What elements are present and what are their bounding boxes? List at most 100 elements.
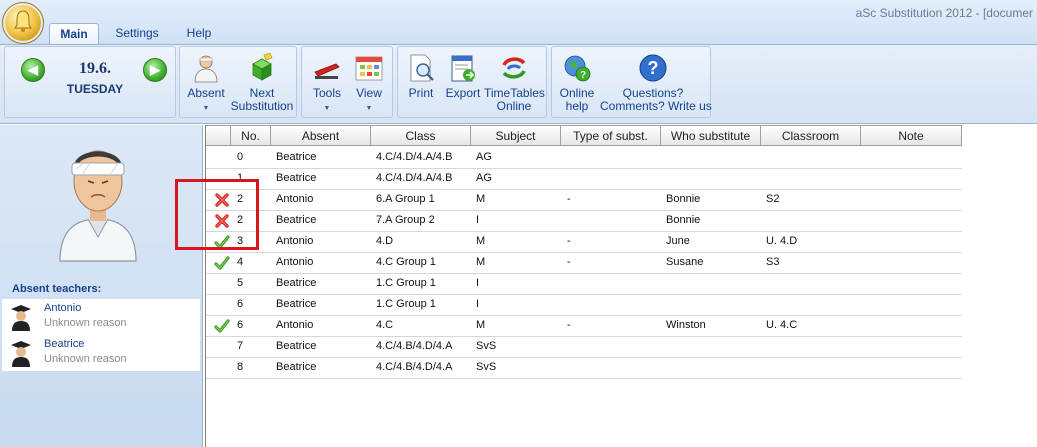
table-row[interactable]: 5 Beatrice 1.C Group 1 I [206,273,962,295]
cell-class: 4.C Group 1 [376,256,436,268]
current-day: TUESDAY [66,82,124,96]
teacher-name: Beatrice [44,338,85,350]
cell-who-substitute: Winston [666,319,706,331]
prev-day-button[interactable]: ◀ [21,58,45,82]
next-substitution-button[interactable]: Next Substitution [230,53,294,113]
cell-type: - [567,319,571,331]
cell-absent: Beatrice [276,298,317,310]
absence-reason: Unknown reason [44,317,127,329]
online-help-line2: help [565,99,589,113]
cell-absent: Antonio [276,256,314,268]
cell-subject: I [476,214,480,226]
absent-teacher-item[interactable]: Beatrice Unknown reason [2,335,200,370]
dropdown-arrow-icon: ▼ [202,105,210,112]
cell-absent: Beatrice [276,277,317,289]
left-panel: Absent teachers: Antonio Unknown reason … [0,125,203,447]
table-row[interactable]: 6 Antonio 4.C M - Winston U. 4.C [206,315,962,337]
table-row[interactable]: 4 Antonio 4.C Group 1 M - Susane S3 [206,252,962,274]
substitution-group: Absent ▼ Next Substitution [179,46,297,118]
cell-no: 7 [237,340,244,352]
cell-subject: I [476,277,480,289]
cell-classroom: S2 [766,193,780,205]
green-cube-icon [252,53,273,81]
tab-main[interactable]: Main [49,23,99,44]
print-label: Print [408,86,434,100]
column-header-note[interactable]: Note [861,125,962,146]
tools-button[interactable]: Tools ▼ [306,53,348,115]
column-header-type[interactable]: Type of subst. [561,125,661,146]
export-icon [451,55,475,82]
green-check-icon [214,255,230,271]
cell-absent: Beatrice [276,340,317,352]
teacher-name: Antonio [44,302,82,314]
question-mark-icon: ? [639,54,667,82]
cell-no: 5 [237,277,244,289]
cell-classroom: U. 4.C [766,319,798,331]
bell-icon [14,10,32,32]
table-row[interactable]: 2 Beatrice 7.A Group 2 I Bonnie [206,210,962,232]
arrow-left-icon: ◀ [28,62,38,77]
column-header-subject[interactable]: Subject [471,125,561,146]
cell-absent: Beatrice [276,214,317,226]
timetables-online-button[interactable]: TimeTables Online [484,53,545,113]
column-header-no[interactable]: No. [231,125,271,146]
app-menu-button[interactable] [2,2,44,44]
graduate-icon [11,341,31,367]
questions-button[interactable]: ? Questions? Comments? Write us [600,53,712,113]
next-day-button[interactable]: ▶ [143,58,167,82]
table-row[interactable]: 1 Beatrice 4.C/4.D/4.A/4.B AG [206,168,962,190]
view-button[interactable]: View ▼ [348,53,390,115]
cell-subject: AG [476,151,492,163]
cell-classroom: U. 4.D [766,235,798,247]
online-help-button[interactable]: ? Online help [554,53,600,113]
cell-subject: M [476,193,486,205]
grid-header: No. Absent Class Subject Type of subst. … [206,125,1037,147]
date-group: ◀ 19.6. TUESDAY ▶ [4,46,176,118]
cell-subject: AG [476,172,492,184]
cell-class: 4.C [376,319,394,331]
absence-reason: Unknown reason [44,353,127,365]
arrow-right-icon: ▶ [150,62,160,77]
absent-teacher-item[interactable]: Antonio Unknown reason [2,299,200,334]
sick-teacher-avatar-icon [59,150,137,262]
graduate-icon [11,305,31,331]
cell-absent: Beatrice [276,151,317,163]
dropdown-arrow-icon: ▼ [323,105,331,112]
absent-button[interactable]: Absent ▼ [184,53,228,115]
tab-settings[interactable]: Settings [106,23,168,44]
print-preview-icon [410,54,434,82]
table-row[interactable]: 2 Antonio 6.A Group 1 M - Bonnie S2 [206,189,962,211]
column-header-absent[interactable]: Absent [271,125,371,146]
export-button[interactable]: Export [442,53,484,100]
column-header-mark[interactable] [206,125,231,146]
svg-text:?: ? [580,70,586,81]
table-row[interactable]: 7 Beatrice 4.C/4.B/4.D/4.A SvS [206,336,962,358]
table-row[interactable]: 6 Beatrice 1.C Group 1 I [206,294,962,316]
cell-subject: M [476,235,486,247]
questions-line2: Comments? Write us [600,99,712,113]
table-row[interactable]: 0 Beatrice 4.C/4.D/4.A/4.B AG [206,147,962,169]
absent-teachers-list: Antonio Unknown reason Beatrice Unknown … [2,299,200,371]
cell-subject: M [476,256,486,268]
column-header-who[interactable]: Who substitute [661,125,761,146]
current-date: 19.6. [79,60,111,77]
cell-class: 4.C/4.D/4.A/4.B [376,172,453,184]
cell-no: 4 [237,256,244,268]
red-cross-icon [214,192,230,208]
cell-absent: Antonio [276,193,314,205]
column-header-class[interactable]: Class [371,125,471,146]
cell-absent: Beatrice [276,172,317,184]
next-sub-line2: Substitution [230,99,294,113]
cell-subject: M [476,319,486,331]
cell-no: 8 [237,361,244,373]
date-navigator: ◀ 19.6. TUESDAY ▶ [11,55,177,118]
table-row[interactable]: 8 Beatrice 4.C/4.B/4.D/4.A SvS [206,357,962,379]
tab-help[interactable]: Help [174,23,224,44]
cell-no: 6 [237,319,244,331]
table-row[interactable]: 3 Antonio 4.D M - June U. 4.D [206,231,962,253]
column-header-classroom[interactable]: Classroom [761,125,861,146]
cell-absent: Beatrice [276,361,317,373]
print-button[interactable]: Print [402,53,440,100]
cell-class: 1.C Group 1 [376,277,436,289]
red-cross-icon [214,213,230,229]
